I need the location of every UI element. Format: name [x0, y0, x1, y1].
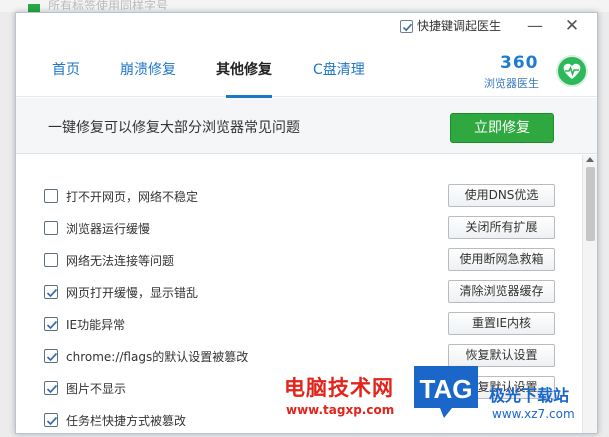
item-action-button[interactable]: 重置IE内核 [448, 312, 555, 335]
item-label: 网络无法连接等问题 [66, 254, 175, 268]
tab-bar: 首页 崩溃修复 其他修复 C盘清理 360 浏览器医生 [16, 43, 597, 98]
brand-number: 360 [500, 53, 539, 73]
brand-logo: 360 浏览器医生 [482, 53, 592, 95]
watermark-text: 电脑技术网 [284, 376, 394, 400]
background-checkbox [28, 4, 40, 12]
scroll-up-icon[interactable] [586, 157, 594, 162]
fix-header: 一键修复可以修复大部分浏览器常见问题 立即修复 [16, 98, 597, 154]
item-label: 网页打开缓慢，显示错乱 [66, 286, 199, 300]
item-checkbox[interactable] [44, 221, 58, 235]
item-action-button[interactable]: 使用断网急救箱 [448, 248, 555, 271]
hotkey-label: 快捷键调起医生 [417, 19, 502, 33]
check-icon [46, 320, 58, 330]
item-checkbox[interactable] [44, 381, 58, 395]
check-icon [46, 416, 58, 426]
list-item: 网页打开缓慢，显示错乱 清除浏览器缓存 [16, 276, 582, 308]
item-checkbox[interactable] [44, 349, 58, 363]
tab-crash-repair[interactable]: 崩溃修复 [120, 59, 176, 79]
headline: 一键修复可以修复大部分浏览器常见问题 [48, 120, 300, 136]
item-action-button[interactable]: 关闭所有扩展 [448, 216, 555, 239]
check-icon [402, 23, 413, 32]
watermark-url: www.tagxp.com [286, 403, 395, 417]
tab-other-repair[interactable]: 其他修复 [216, 59, 272, 79]
item-checkbox[interactable] [44, 253, 58, 267]
fix-now-button[interactable]: 立即修复 [450, 113, 554, 143]
tag-logo: TAG [410, 362, 482, 422]
list-item: 网络无法连接等问题 使用断网急救箱 [16, 244, 582, 276]
scroll-thumb[interactable] [586, 167, 595, 241]
heart-pulse-icon [556, 55, 588, 87]
watermark-site-name: 极光下载站 [489, 386, 570, 405]
item-label: chrome://flags的默认设置被篡改 [66, 350, 249, 364]
tab-home[interactable]: 首页 [52, 59, 80, 79]
item-checkbox[interactable] [44, 317, 58, 331]
check-icon [46, 288, 58, 298]
item-action-button[interactable]: 使用DNS优选 [448, 184, 555, 207]
list-item: chrome://flags的默认设置被篡改 恢复默认设置 [16, 340, 582, 372]
list-scrollbar[interactable] [582, 155, 597, 433]
item-label: 打不开网页，网络不稳定 [66, 190, 199, 204]
background-window: 所有标签使用同样字号 [0, 0, 609, 12]
hotkey-checkbox[interactable] [400, 20, 413, 33]
list-item: 浏览器运行缓慢 关闭所有扩展 [16, 212, 582, 244]
item-label: 任务栏快捷方式被篡改 [66, 414, 187, 428]
item-label: IE功能异常 [66, 318, 126, 332]
list-item: 打不开网页，网络不稳定 使用DNS优选 [16, 180, 582, 212]
check-icon [46, 384, 58, 394]
item-label: 图片不显示 [66, 382, 127, 396]
background-text: 所有标签使用同样字号 [48, 0, 169, 10]
item-action-button[interactable]: 清除浏览器缓存 [448, 280, 555, 303]
item-checkbox[interactable] [44, 413, 58, 427]
close-button[interactable]: ✕ [562, 17, 582, 35]
title-bar: 快捷键调起医生 — ✕ [16, 13, 597, 43]
minimize-button[interactable]: — [525, 17, 545, 35]
item-checkbox[interactable] [44, 189, 58, 203]
brand-subtitle: 浏览器医生 [484, 77, 539, 90]
item-checkbox[interactable] [44, 285, 58, 299]
watermark-site-url: www.xz7.com [492, 407, 575, 421]
item-label: 浏览器运行缓慢 [66, 222, 151, 236]
check-icon [46, 352, 58, 362]
list-item: IE功能异常 重置IE内核 [16, 308, 582, 340]
tab-c-drive-cleanup[interactable]: C盘清理 [313, 59, 365, 79]
tag-logo-text: TAG [420, 374, 473, 404]
browser-doctor-window: 快捷键调起医生 — ✕ 首页 崩溃修复 其他修复 C盘清理 360 浏览器医生 … [15, 12, 598, 434]
